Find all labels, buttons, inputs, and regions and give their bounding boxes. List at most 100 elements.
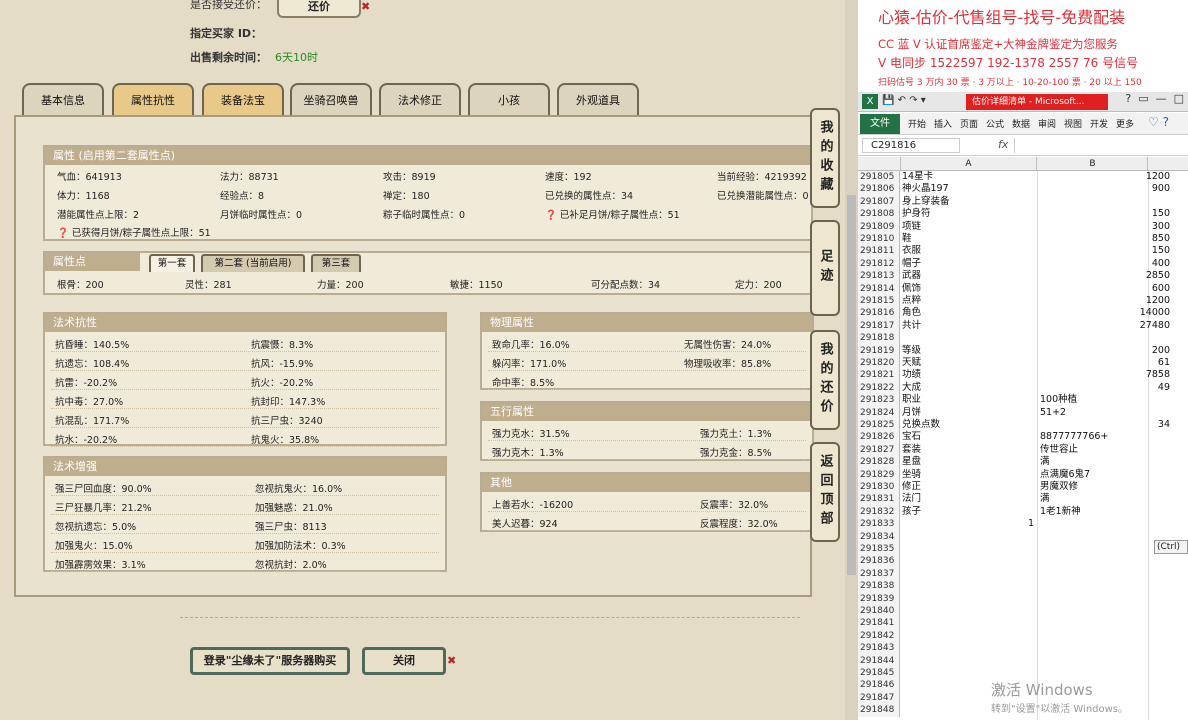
cell-a[interactable]: 14星卡 <box>902 171 933 183</box>
tab-equipment[interactable]: 装备法宝 <box>202 83 284 116</box>
row-header[interactable]: 291805 <box>858 171 900 184</box>
help-icon[interactable]: ♡ ? <box>1148 115 1169 129</box>
cell-b[interactable]: 150 <box>1038 245 1170 257</box>
ribbon-tab-file[interactable]: 文件 <box>860 114 900 134</box>
row-header[interactable]: 291842 <box>858 629 900 643</box>
row-header[interactable]: 291814 <box>858 282 900 296</box>
row-header[interactable]: 291825 <box>858 419 900 432</box>
points-tab-1[interactable]: 第一套 <box>149 254 195 272</box>
row-header[interactable]: 291832 <box>858 505 900 519</box>
ribbon-tab[interactable]: 开发 <box>1090 117 1108 130</box>
row-header[interactable]: 291831 <box>858 493 900 506</box>
scrollbar[interactable] <box>845 0 858 720</box>
row-header[interactable]: 291808 <box>858 208 900 221</box>
row-header[interactable]: 291807 <box>858 195 900 209</box>
row-header[interactable]: 291837 <box>858 567 900 581</box>
cell-a[interactable]: 1 <box>902 518 1034 530</box>
row-header[interactable]: 291815 <box>858 295 900 308</box>
back-to-top-button[interactable]: 返回顶部 <box>810 442 840 542</box>
row-header[interactable]: 291810 <box>858 233 900 246</box>
cell-b[interactable]: 300 <box>1038 221 1170 233</box>
cell-a[interactable]: 职业 <box>902 394 921 406</box>
quick-access-icons[interactable]: 💾 ↶ ↷ ▾ <box>882 95 926 106</box>
row-header[interactable]: 291823 <box>858 394 900 407</box>
col-header-a[interactable]: A <box>900 157 1037 171</box>
cell-b[interactable]: 点满魔6鬼7 <box>1038 469 1170 481</box>
cell-b[interactable]: 600 <box>1038 283 1170 295</box>
tab-mount-summon[interactable]: 坐骑召唤兽 <box>290 83 372 116</box>
cell-a[interactable]: 大成 <box>902 382 921 394</box>
row-header[interactable]: 291841 <box>858 617 900 630</box>
row-header[interactable]: 291826 <box>858 431 900 444</box>
cell-b[interactable]: 34 <box>1038 419 1170 431</box>
cell-a[interactable]: 兑换点数 <box>902 419 940 431</box>
scrollbar-thumb[interactable] <box>847 195 856 575</box>
row-header[interactable]: 291811 <box>858 245 900 258</box>
cell-a[interactable]: 佩饰 <box>902 283 921 295</box>
ribbon-tab[interactable]: 更多 <box>1116 117 1134 130</box>
cell-a[interactable]: 法门 <box>902 493 921 505</box>
row-header[interactable]: 291806 <box>858 183 900 196</box>
cell-b[interactable]: 850 <box>1038 233 1170 245</box>
cell-a[interactable]: 项链 <box>902 221 921 233</box>
help-icon[interactable]: ❓ <box>545 210 557 221</box>
row-header[interactable]: 291824 <box>858 406 900 420</box>
cell-a[interactable]: 帽子 <box>902 258 921 270</box>
points-tab-3[interactable]: 第三套 <box>311 254 361 272</box>
cell-a[interactable]: 武器 <box>902 270 921 282</box>
row-header[interactable]: 291835 <box>858 543 900 556</box>
row-header[interactable]: 291847 <box>858 691 900 705</box>
cell-a[interactable]: 护身符 <box>902 208 931 220</box>
cell-b[interactable]: 900 <box>1038 183 1170 195</box>
formula-input[interactable] <box>1014 138 1184 153</box>
tab-basic[interactable]: 基本信息 <box>22 83 104 116</box>
cell-b[interactable]: 27480 <box>1038 320 1170 332</box>
ribbon-tab[interactable]: 公式 <box>986 117 1004 130</box>
cell-a[interactable]: 坐骑 <box>902 469 921 481</box>
bargain-button[interactable]: 还价 <box>277 0 361 18</box>
cell-b[interactable]: 8877777766+ <box>1038 431 1170 443</box>
row-header[interactable]: 291828 <box>858 456 900 469</box>
my-bargain-button[interactable]: 我的还价 <box>810 330 840 430</box>
row-header[interactable]: 291834 <box>858 530 900 544</box>
row-header[interactable]: 291840 <box>858 605 900 618</box>
name-box[interactable]: C291816 <box>862 138 960 153</box>
cell-a[interactable]: 孩子 <box>902 506 921 518</box>
row-header[interactable]: 291844 <box>858 654 900 668</box>
close-button[interactable]: 关闭 <box>362 647 446 675</box>
cell-a[interactable]: 角色 <box>902 307 921 319</box>
ribbon-tab[interactable]: 开始 <box>908 117 926 130</box>
ribbon-tab[interactable]: 视图 <box>1064 117 1082 130</box>
row-header[interactable]: 291818 <box>858 332 900 345</box>
login-buy-button[interactable]: 登录"尘缘未了"服务器购买 <box>190 647 350 675</box>
cell-b[interactable]: 61 <box>1038 357 1170 369</box>
tab-child[interactable]: 小孩 <box>468 83 550 116</box>
row-header[interactable]: 291822 <box>858 381 900 395</box>
row-header[interactable]: 291827 <box>858 443 900 457</box>
paste-options-tip[interactable]: (Ctrl) <box>1154 540 1188 554</box>
row-header[interactable]: 291848 <box>858 704 900 717</box>
col-header-b[interactable]: B <box>1038 157 1148 171</box>
row-header[interactable]: 291836 <box>858 555 900 568</box>
ribbon-tab[interactable]: 插入 <box>934 117 952 130</box>
cell-b[interactable]: 传世容止 <box>1038 444 1170 456</box>
points-tab-2[interactable]: 第二套 (当前启用) <box>201 254 305 272</box>
ribbon-tab[interactable]: 数据 <box>1012 117 1030 130</box>
cell-a[interactable]: 神火晶197 <box>902 183 949 195</box>
row-header[interactable]: 291813 <box>858 270 900 283</box>
row-header[interactable]: 291838 <box>858 580 900 593</box>
cell-b[interactable]: 1老1新神 <box>1038 506 1170 518</box>
row-header[interactable]: 291846 <box>858 679 900 692</box>
row-header[interactable]: 291819 <box>858 344 900 358</box>
cell-a[interactable]: 宝石 <box>902 431 921 443</box>
tab-appearance[interactable]: 外观道具 <box>557 83 639 116</box>
row-header[interactable]: 291833 <box>858 518 900 531</box>
fx-icon[interactable]: fx <box>998 138 1008 151</box>
cell-a[interactable]: 衣服 <box>902 245 921 257</box>
row-header[interactable]: 291812 <box>858 257 900 271</box>
row-header[interactable]: 291817 <box>858 319 900 333</box>
cell-b[interactable]: 400 <box>1038 258 1170 270</box>
cell-a[interactable]: 身上穿装备 <box>902 196 950 208</box>
footprint-button[interactable]: 足迹 <box>810 220 840 316</box>
cell-b[interactable]: 7858 <box>1038 369 1170 381</box>
